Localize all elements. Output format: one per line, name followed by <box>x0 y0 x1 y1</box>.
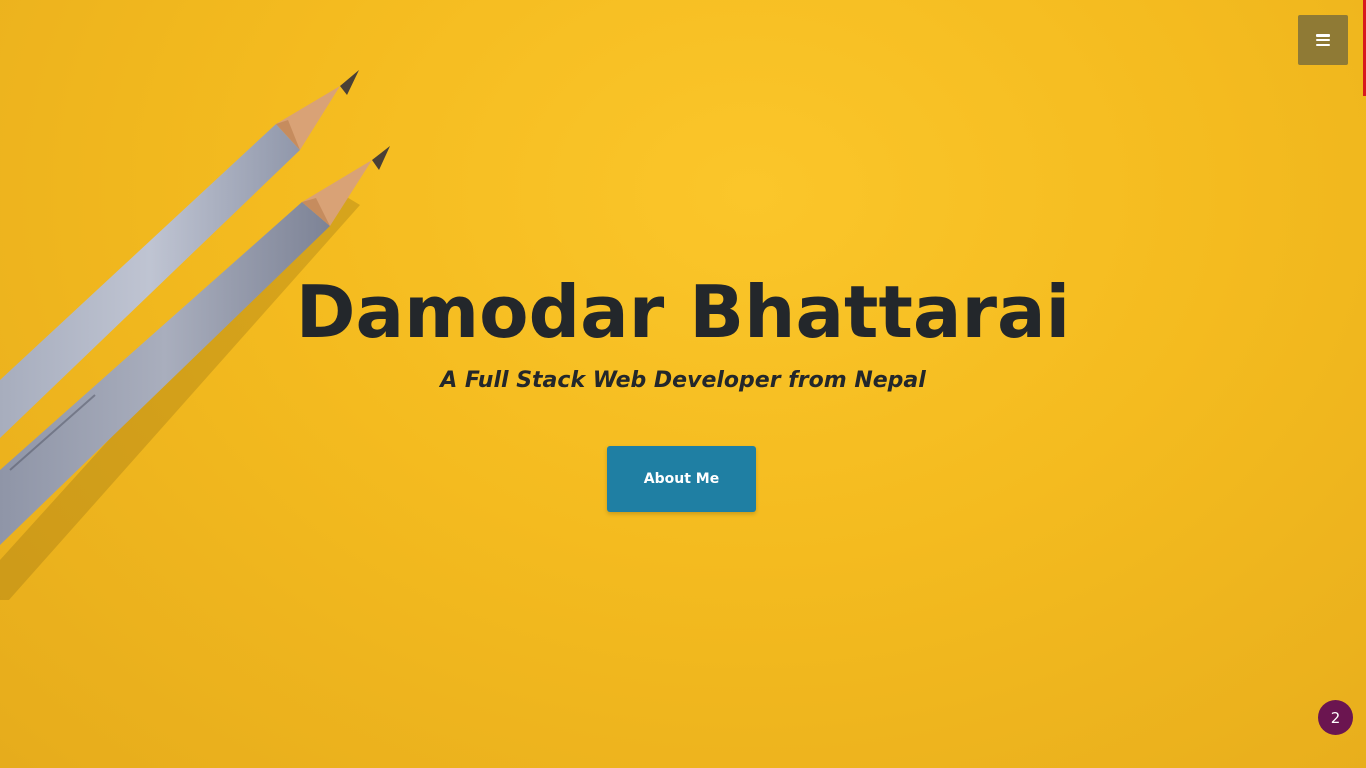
notification-badge[interactable]: 2 <box>1318 700 1353 735</box>
about-me-button[interactable]: About Me <box>607 446 756 512</box>
hero-subtitle: A Full Stack Web Developer from Nepal <box>440 368 926 393</box>
hero-section: Damodar Bhattarai A Full Stack Web Devel… <box>0 0 1366 768</box>
hero-content: Damodar Bhattarai A Full Stack Web Devel… <box>0 262 1366 396</box>
hamburger-menu-icon <box>1316 34 1330 46</box>
menu-toggle-button[interactable] <box>1298 15 1348 65</box>
hero-title: Damodar Bhattarai <box>295 270 1071 354</box>
